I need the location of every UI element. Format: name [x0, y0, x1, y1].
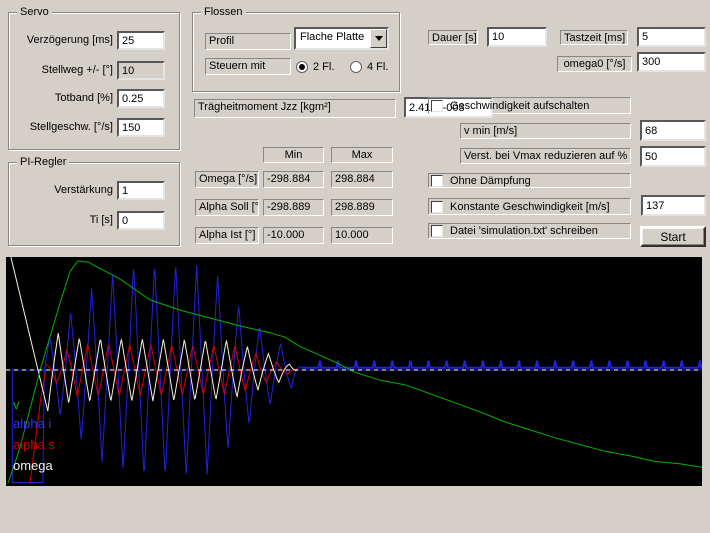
simulation-plot: v alpha i alpha s omega [6, 257, 702, 486]
alpha-ist-row-label: Alpha Ist [°] [195, 227, 259, 244]
totband-input[interactable] [117, 89, 165, 108]
simulation-app-window: { "servo": { "title": "Servo", "fields":… [0, 0, 710, 533]
radio-2fl-label: 2 Fl. [313, 61, 335, 73]
alpha-soll-row-label: Alpha Soll [°] [195, 199, 259, 216]
omega0-input[interactable] [637, 52, 706, 72]
radio-2fl[interactable] [296, 61, 308, 73]
konstante-geschwindigkeit-row[interactable]: Konstante Geschwindigkeit [m/s] [428, 198, 631, 215]
ohne-daempfung-row[interactable]: Ohne Dämpfung [428, 173, 631, 188]
minmax-header-min: Min [263, 147, 324, 163]
dauer-label-box: Dauer [s] [428, 30, 478, 45]
datei-schreiben-checkbox[interactable] [431, 225, 443, 237]
minmax-header-max: Max [331, 147, 393, 163]
servo-groupbox: Servo Verzögerung [ms] Stellweg +/- [°] … [8, 6, 180, 150]
alpha-soll-min-value: -298.889 [263, 199, 324, 216]
flossen-group-title: Flossen [201, 6, 246, 18]
verstaerkung-label: Verstärkung [54, 184, 113, 196]
konstante-geschwindigkeit-label: Konstante Geschwindigkeit [m/s] [450, 200, 610, 213]
datei-schreiben-label: Datei 'simulation.txt' schreiben [450, 225, 598, 237]
omega-row-label: Omega [°/s] [195, 171, 259, 188]
traegheitmoment-label-box: Trägheitmoment Jzz [kgm²] [194, 99, 396, 118]
servo-group-title: Servo [17, 6, 52, 18]
stellweg-label: Stellweg +/- [°] [41, 64, 113, 76]
stellgeschw-input[interactable] [117, 118, 165, 137]
alpha-ist-min-value: -10.000 [263, 227, 324, 244]
legend-alpha-s: alpha s [13, 437, 55, 452]
dauer-input[interactable] [487, 27, 547, 47]
profil-label-box: Profil [205, 33, 291, 50]
pi-regler-groupbox: PI-Regler Verstärkung Ti [s] [8, 156, 180, 246]
omega-max-value: 298.884 [331, 171, 393, 188]
verzoegerung-input[interactable] [117, 31, 165, 50]
geschwindigkeit-aufschalten-label: Geschwindigkeit aufschalten [450, 99, 590, 112]
omega-min-value: -298.884 [263, 171, 324, 188]
alpha-ist-max-value: 10.000 [331, 227, 393, 244]
datei-schreiben-row[interactable]: Datei 'simulation.txt' schreiben [428, 223, 631, 239]
tastzeit-label-box: Tastzeit [ms] [560, 30, 628, 45]
profil-dropdown-value: Flache Platte [300, 31, 365, 43]
ohne-daempfung-label: Ohne Dämpfung [450, 174, 531, 187]
konstante-geschwindigkeit-input[interactable] [641, 195, 706, 216]
vmin-input[interactable] [640, 120, 706, 141]
stellgeschw-label: Stellgeschw. [°/s] [29, 121, 113, 133]
legend-alpha-i: alpha i [13, 416, 52, 431]
konstante-geschwindigkeit-checkbox[interactable] [431, 200, 443, 213]
vmin-label-box: v min [m/s] [460, 123, 631, 139]
legend-omega: omega [13, 458, 53, 473]
omega0-label-box: omega0 [°/s] [557, 56, 632, 72]
verzoegerung-label: Verzögerung [ms] [26, 34, 113, 46]
verst-vmax-input[interactable] [640, 146, 706, 167]
chevron-down-icon [374, 36, 383, 41]
profil-dropdown-button[interactable] [370, 29, 387, 48]
ti-input[interactable] [117, 211, 165, 230]
geschwindigkeit-aufschalten-row[interactable]: Geschwindigkeit aufschalten [428, 97, 631, 114]
verst-vmax-label-box: Verst. bei Vmax reduzieren auf % [460, 148, 631, 164]
simulation-plot-canvas [6, 257, 702, 484]
alpha-soll-max-value: 298.889 [331, 199, 393, 216]
legend-v: v [13, 397, 20, 412]
tastzeit-input[interactable] [637, 27, 706, 47]
ti-label: Ti [s] [89, 214, 113, 226]
ohne-daempfung-checkbox[interactable] [431, 174, 443, 187]
verstaerkung-input[interactable] [117, 181, 165, 200]
geschwindigkeit-aufschalten-checkbox[interactable] [431, 99, 443, 112]
radio-4fl-label: 4 Fl. [367, 61, 389, 73]
start-button[interactable]: Start [640, 226, 706, 247]
flossen-groupbox: Flossen Profil Flache Platte Steuern mit… [192, 6, 400, 92]
steuern-mit-label-box: Steuern mit [205, 58, 291, 75]
totband-label: Totband [%] [54, 92, 113, 104]
stellweg-input [117, 61, 165, 80]
profil-dropdown[interactable]: Flache Platte [294, 27, 389, 50]
radio-4fl[interactable] [350, 61, 362, 73]
pi-regler-group-title: PI-Regler [17, 156, 70, 168]
